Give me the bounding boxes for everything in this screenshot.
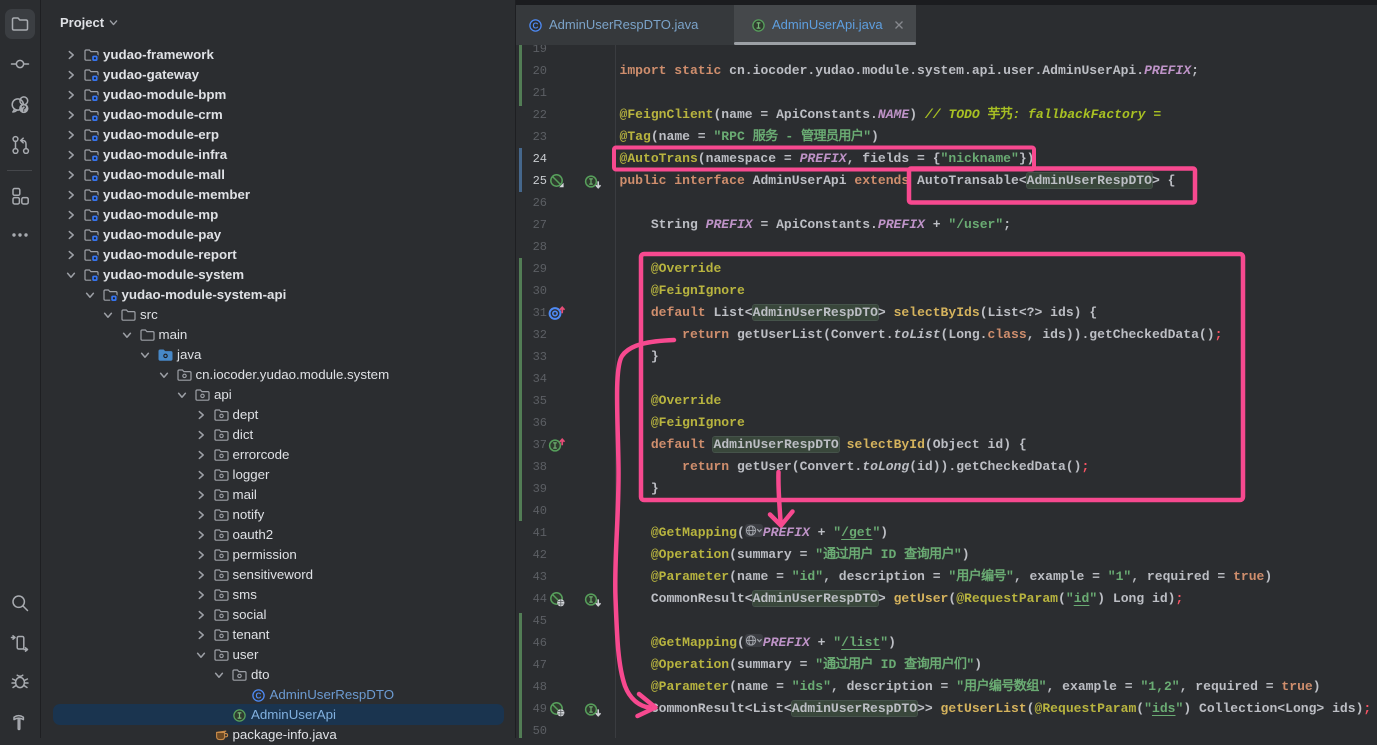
svg-text:C: C <box>533 21 539 30</box>
svg-text:?: ? <box>21 104 26 114</box>
svg-text:C: C <box>255 691 261 700</box>
